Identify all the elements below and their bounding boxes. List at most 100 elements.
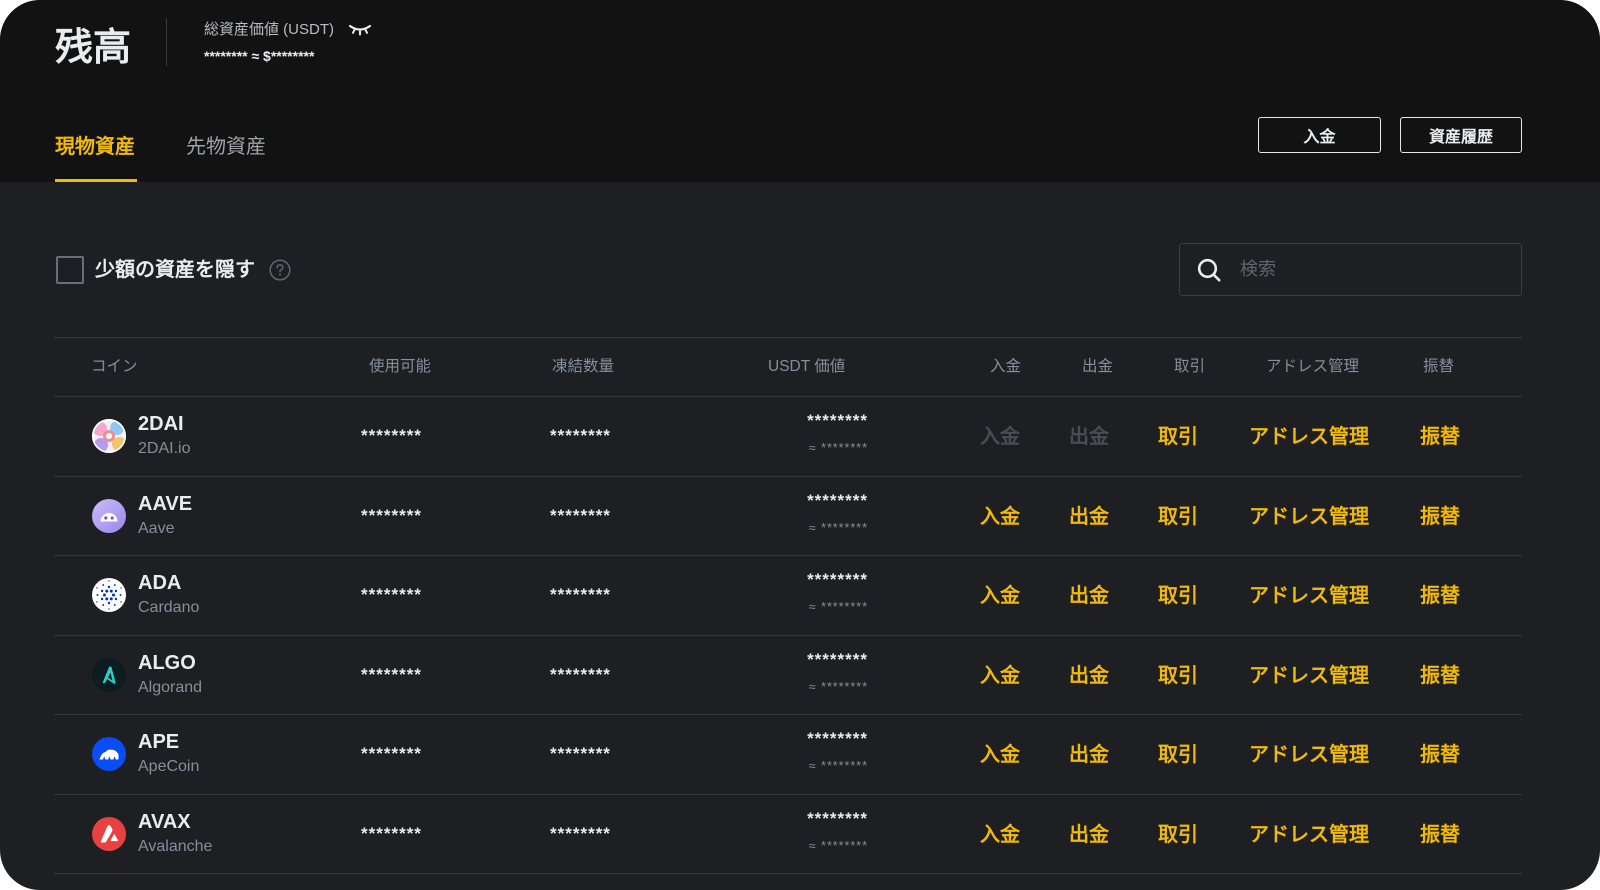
usdt-value: ******** — [807, 729, 868, 748]
column-header-deposit: 入金 — [990, 358, 1022, 375]
table-body: 2DAI 2DAI.io ******** ******** ******** … — [54, 397, 1522, 874]
algorand-logo-icon — [92, 657, 126, 692]
coin-symbol: APE — [138, 731, 180, 753]
withdraw-link[interactable]: 出金 — [1069, 663, 1109, 689]
search-input[interactable] — [1238, 258, 1502, 281]
withdraw-link[interactable]: 出金 — [1069, 742, 1109, 768]
deposit-link[interactable]: 入金 — [980, 742, 1020, 768]
frozen-amount: ******** — [550, 505, 611, 525]
coin-name: ApeCoin — [138, 758, 200, 775]
eye-closed-icon[interactable] — [348, 23, 372, 37]
transfer-link[interactable]: 振替 — [1420, 424, 1460, 450]
table-row: ALGO Algorand ******** ******** ********… — [54, 636, 1522, 715]
question-circle-icon[interactable] — [269, 259, 291, 281]
withdraw-link[interactable]: 出金 — [1069, 583, 1109, 609]
frozen-amount: ******** — [550, 585, 611, 604]
address-management-link[interactable]: アドレス管理 — [1249, 822, 1369, 848]
column-header-coin: コイン — [91, 358, 138, 375]
usdt-approx-value: ≈ ******** — [808, 441, 868, 455]
coin-name: 2DAI.io — [138, 440, 191, 457]
hide-small-assets-row: 少額の資産を隠す — [95, 257, 291, 283]
aave-logo-icon — [92, 498, 126, 533]
frozen-amount: ******** — [550, 664, 611, 684]
coin-symbol: ALGO — [138, 651, 196, 674]
asset-history-button[interactable]: 資産履歴 — [1400, 117, 1522, 153]
table-row: AVAX Avalanche ******** ******** *******… — [54, 795, 1522, 874]
table-row: AAVE Aave ******** ******** ******** ≈ *… — [54, 477, 1522, 556]
usdt-value: ******** — [807, 411, 868, 430]
address-management-link[interactable]: アドレス管理 — [1249, 663, 1369, 689]
available-amount: ******** — [361, 505, 422, 525]
address-management-link[interactable]: アドレス管理 — [1249, 583, 1369, 609]
trade-link[interactable]: 取引 — [1158, 822, 1198, 848]
table-row: ADA Cardano ******** ******** ******** ≈… — [54, 556, 1522, 636]
usdt-approx-value: ≈ ******** — [808, 600, 868, 614]
balance-panel: 残高 総資産価値 (USDT) ******** ≈ $******** 現物資… — [0, 0, 1600, 890]
coin-name: Avalanche — [138, 837, 213, 855]
apecoin-logo-icon — [92, 737, 126, 771]
transfer-link[interactable]: 振替 — [1420, 583, 1460, 609]
coin-symbol: ADA — [138, 572, 182, 594]
address-management-link[interactable]: アドレス管理 — [1249, 504, 1369, 530]
deposit-link[interactable]: 入金 — [980, 822, 1020, 848]
deposit-button[interactable]: 入金 — [1258, 117, 1381, 153]
cardano-logo-icon — [92, 578, 126, 612]
available-amount: ******** — [361, 823, 422, 843]
usdt-value: ******** — [807, 808, 868, 828]
coin-symbol: AAVE — [138, 492, 193, 515]
usdt-value: ******** — [807, 649, 868, 669]
trade-link[interactable]: 取引 — [1158, 424, 1198, 450]
column-header-available: 使用可能 — [369, 358, 432, 375]
search-box — [1179, 243, 1522, 296]
page-title: 残高 — [55, 27, 132, 69]
usdt-approx-value: ≈ ******** — [808, 838, 868, 853]
deposit-link[interactable]: 入金 — [980, 663, 1020, 689]
usdt-value: ******** — [807, 490, 868, 510]
address-management-link[interactable]: アドレス管理 — [1249, 742, 1369, 768]
transfer-link[interactable]: 振替 — [1420, 822, 1460, 848]
usdt-approx-value: ≈ ******** — [808, 520, 868, 535]
coin-name: Aave — [138, 519, 175, 537]
trade-link[interactable]: 取引 — [1158, 742, 1198, 768]
transfer-link[interactable]: 振替 — [1420, 504, 1460, 530]
trade-link[interactable]: 取引 — [1158, 663, 1198, 689]
column-header-transfer: 振替 — [1423, 358, 1455, 375]
hide-small-assets-label[interactable]: 少額の資産を隠す — [95, 257, 255, 283]
usdt-approx-value: ≈ ******** — [808, 679, 868, 694]
withdraw-link: 出金 — [1069, 426, 1109, 448]
header-divider — [166, 18, 167, 66]
column-header-address-management: アドレス管理 — [1266, 358, 1360, 375]
available-amount: ******** — [361, 585, 422, 604]
avalanche-logo-icon — [92, 816, 126, 851]
total-assets-label: 総資産価値 (USDT) — [204, 21, 334, 38]
available-amount: ******** — [361, 744, 422, 763]
deposit-link: 入金 — [980, 426, 1020, 448]
address-management-link[interactable]: アドレス管理 — [1249, 424, 1369, 450]
total-assets-label-row: 総資産価値 (USDT) — [204, 20, 372, 40]
available-amount: ******** — [361, 426, 422, 445]
column-header-trade: 取引 — [1174, 358, 1206, 375]
trade-link[interactable]: 取引 — [1158, 583, 1198, 609]
table-row: 2DAI 2DAI.io ******** ******** ******** … — [54, 397, 1522, 477]
trade-link[interactable]: 取引 — [1158, 504, 1198, 530]
withdraw-link[interactable]: 出金 — [1069, 822, 1109, 848]
tab-spot-assets[interactable]: 現物資産 — [55, 134, 135, 160]
hide-small-assets-checkbox[interactable] — [56, 256, 84, 284]
table-row: APE ApeCoin ******** ******** ******** ≈… — [54, 715, 1522, 795]
withdraw-link[interactable]: 出金 — [1069, 504, 1109, 530]
assets-table: コイン 使用可能 凍結数量 USDT 価値 入金 出金 取引 アドレス管理 振替 — [54, 337, 1522, 874]
search-icon — [1196, 257, 1222, 283]
tab-futures-assets[interactable]: 先物資産 — [186, 134, 266, 160]
frozen-amount: ******** — [550, 823, 611, 843]
transfer-link[interactable]: 振替 — [1420, 742, 1460, 768]
transfer-link[interactable]: 振替 — [1420, 663, 1460, 689]
total-assets-value: ******** ≈ $******** — [204, 48, 315, 64]
frozen-amount: ******** — [550, 426, 611, 445]
column-header-withdraw: 出金 — [1082, 358, 1114, 375]
deposit-link[interactable]: 入金 — [980, 504, 1020, 530]
usdt-approx-value: ≈ ******** — [808, 759, 868, 773]
available-amount: ******** — [361, 664, 422, 684]
deposit-link[interactable]: 入金 — [980, 583, 1020, 609]
coin-symbol: AVAX — [138, 810, 191, 833]
frozen-amount: ******** — [550, 744, 611, 763]
